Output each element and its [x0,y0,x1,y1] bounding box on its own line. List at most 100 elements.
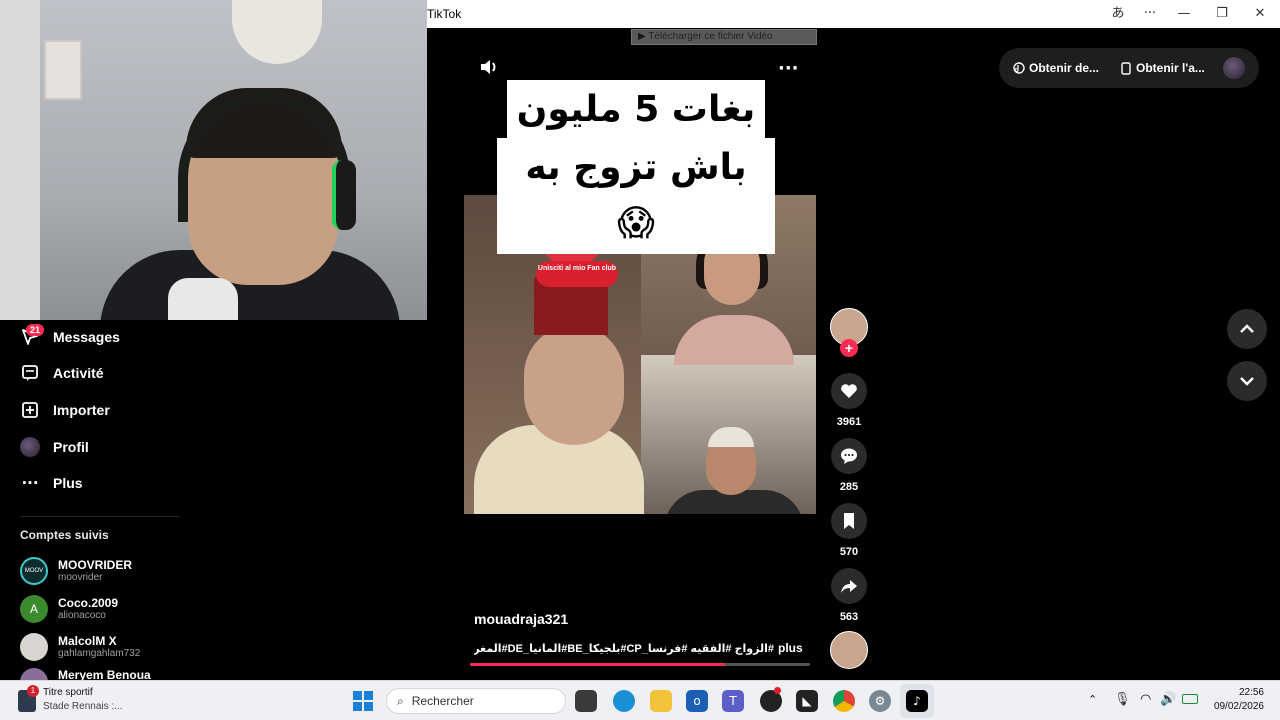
notification-dot [774,687,781,694]
avatar [20,668,48,680]
bookmark-icon [844,513,854,529]
music-disc-avatar[interactable] [830,631,868,669]
more-icon[interactable]: ··· [1135,3,1165,25]
settings-gear-icon[interactable]: ⚙ [869,690,891,712]
sidebar-item-more[interactable]: ··· Plus [20,471,83,495]
download-video-bar[interactable]: ▶ Télécharger ce fichier Vidéo [631,29,817,45]
microphone-icon[interactable]: 🎙 [1114,692,1131,707]
webcam-overlay [0,0,427,320]
account-name: Coco.2009 [58,596,119,610]
previous-video-button[interactable] [1227,309,1267,349]
tiktok-icon [1013,62,1025,74]
account-handle: gahlamgahlam732 [58,648,141,659]
ellipsis-icon: ··· [21,474,39,492]
video-caption: #الزواج #الفقيه #فرنسا_CP#بلجيكا_BE#الما… [474,643,774,655]
share-button[interactable] [831,568,867,604]
file-explorer-icon[interactable] [650,690,672,712]
following-account[interactable]: Meryem Benoua [20,668,151,680]
minimize-icon[interactable]: — [1169,3,1199,25]
following-account[interactable]: A Coco.2009 alionacoco [20,593,118,625]
battery-icon[interactable] [1182,694,1198,704]
avatar: A [20,595,48,623]
top-right-actions: Obtenir de... Obtenir l'a... [999,48,1259,88]
windows-taskbar: 1 Titre sportif Stade Rennais :... ⌕ Rec… [0,680,1280,720]
headline-line-1: بغات 5 مليون [506,80,766,140]
wifi-icon[interactable]: ◠ [1140,692,1151,707]
avatar: MOOV [20,557,48,585]
account-handle: moovrider [58,572,103,583]
sidebar-item-profile[interactable]: Profil [20,435,89,459]
play-icon: ▶ [638,31,649,42]
edge-icon[interactable] [613,690,635,712]
following-account[interactable]: MOOV MOOVRIDER moovrider [20,555,132,587]
get-app-label: Obtenir de... [1029,61,1100,75]
author-name[interactable]: mouadraja321 [474,611,568,627]
save-button[interactable] [831,503,867,539]
widget-title[interactable]: Titre sportif [43,687,93,698]
outlook-icon[interactable]: o [686,690,708,712]
window-title: TikTok [427,7,462,21]
progress-fill [470,663,725,666]
sidebar-item-label: Messages [53,329,120,345]
chevron-up-icon[interactable]: ⌃ [1088,693,1097,706]
comment-count: 285 [839,481,859,493]
chevron-down-icon [1240,377,1254,386]
task-view-icon[interactable] [575,690,597,712]
clock-time[interactable]: 22:56 [1224,687,1264,698]
download-label: Télécharger ce fichier Vidéo [648,31,773,42]
sidebar-item-activity[interactable]: Activité [20,361,104,385]
following-title: Comptes suivis [20,528,109,542]
upload-icon [20,400,40,420]
caption-more-link[interactable]: plus [778,641,803,655]
capcut-icon[interactable]: ◣ [796,690,818,712]
messages-badge: 21 [26,324,45,336]
clock-date[interactable]: 09/02/2026 [1208,701,1264,712]
notification-badge: 1 [27,685,39,697]
maximize-icon[interactable]: ❐ [1207,3,1237,25]
teams-icon[interactable]: T [722,690,744,712]
follow-plus-icon[interactable]: + [840,339,858,357]
activity-icon [20,363,40,383]
next-video-button[interactable] [1227,361,1267,401]
video-headline: بغات 5 مليون باش تزوج به 😱 [497,80,775,254]
account-name: MalcolM X [58,634,117,648]
video-more-icon[interactable]: ··· [778,58,799,79]
avatar[interactable] [1223,57,1245,79]
sidebar-item-label: Importer [53,402,110,418]
get-desktop-app-button[interactable]: Obtenir l'a... [1121,61,1205,75]
sidebar-item-label: Activité [53,365,104,381]
sidebar-item-label: Profil [53,439,89,455]
like-count: 3961 [836,416,862,428]
avatar [20,633,48,661]
chevron-up-icon [1240,324,1254,333]
heart-icon [841,384,857,398]
volume-icon[interactable]: 🔊 [1160,692,1176,707]
account-name: MOOVRIDER [58,558,133,572]
phone-icon [1121,61,1131,75]
divider [20,516,180,517]
get-desktop-app-label: Obtenir l'a... [1136,61,1205,75]
comment-button[interactable] [831,438,867,474]
search-icon: ⌕ [397,693,404,708]
save-count: 570 [839,546,859,558]
close-icon[interactable]: ✕ [1245,3,1275,25]
windows-start-icon[interactable] [352,690,374,712]
following-account[interactable]: MalcolM X gahlamgahlam732 [20,631,140,663]
window-titlebar: TikTok あ ··· — ❐ ✕ [427,0,1280,28]
fan-club-label: Unisciti al mio Fan club [536,261,618,287]
account-handle: alionacoco [58,610,106,621]
account-name: Meryem Benoua [58,668,151,680]
like-button[interactable] [831,373,867,409]
chrome-icon[interactable] [833,690,855,712]
get-app-button[interactable]: Obtenir de... [1013,61,1099,75]
volume-icon[interactable] [478,56,502,80]
sidebar-item-upload[interactable]: Importer [20,398,110,422]
taskbar-search[interactable]: ⌕ Rechercher [386,688,566,714]
headline-line-2: باش تزوج به 😱 [497,138,775,254]
translate-icon[interactable]: あ [1103,3,1133,25]
sidebar-item-label: Plus [53,475,83,491]
widget-subtitle: Stade Rennais :... [43,701,123,712]
share-count: 563 [839,611,859,623]
avatar [20,437,40,457]
tiktok-app-icon[interactable]: ♪ [906,690,928,712]
